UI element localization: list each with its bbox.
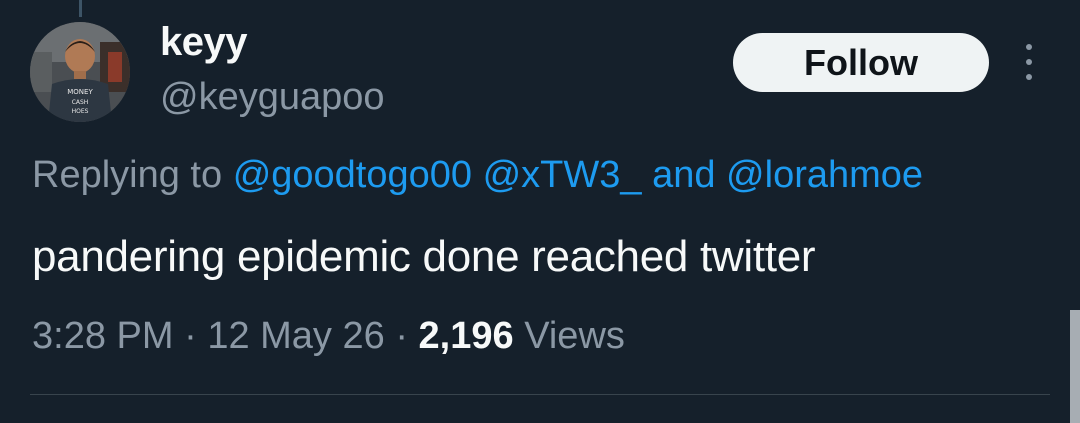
more-dot xyxy=(1026,74,1032,80)
avatar-photo: MONEY CASH HOES xyxy=(30,22,130,122)
tweet-date[interactable]: 12 May 26 xyxy=(207,315,384,357)
author-display-name[interactable]: keyy xyxy=(160,18,247,66)
meta-separator: · xyxy=(395,315,408,357)
meta-separator: · xyxy=(184,315,197,357)
tweet-time[interactable]: 3:28 PM xyxy=(32,315,174,357)
views-label: Views xyxy=(524,315,625,357)
more-vertical-icon[interactable] xyxy=(1014,40,1044,84)
thread-connector-line xyxy=(79,0,82,17)
more-dot xyxy=(1026,44,1032,50)
tweet-meta: 3:28 PM · 12 May 26 · 2,196 Views xyxy=(32,312,625,360)
avatar-shirt-text-3: HOES xyxy=(72,108,89,115)
replying-to-line: Replying to @goodtogo00 @xTW3_ and @lora… xyxy=(32,152,923,198)
replying-to-label: Replying to xyxy=(32,154,223,196)
scrollbar-thumb[interactable] xyxy=(1070,310,1080,423)
mention-link-xtw3[interactable]: @xTW3_ xyxy=(483,154,642,196)
avatar-shirt-text-1: MONEY xyxy=(67,88,93,96)
mention-link-goodtogo00[interactable]: @goodtogo00 xyxy=(233,154,472,196)
mention-joiner: and xyxy=(652,154,716,196)
avatar[interactable]: MONEY CASH HOES xyxy=(30,22,130,122)
avatar-shirt-text-2: CASH xyxy=(72,99,89,106)
author-handle[interactable]: @keyguapoo xyxy=(160,74,385,120)
tweet-text: pandering epidemic done reached twitter xyxy=(32,232,816,281)
more-dot xyxy=(1026,59,1032,65)
divider xyxy=(30,394,1050,395)
follow-button[interactable]: Follow xyxy=(733,33,989,92)
views-count[interactable]: 2,196 xyxy=(419,315,514,357)
mention-link-lorahmoe[interactable]: @lorahmoe xyxy=(726,154,923,196)
